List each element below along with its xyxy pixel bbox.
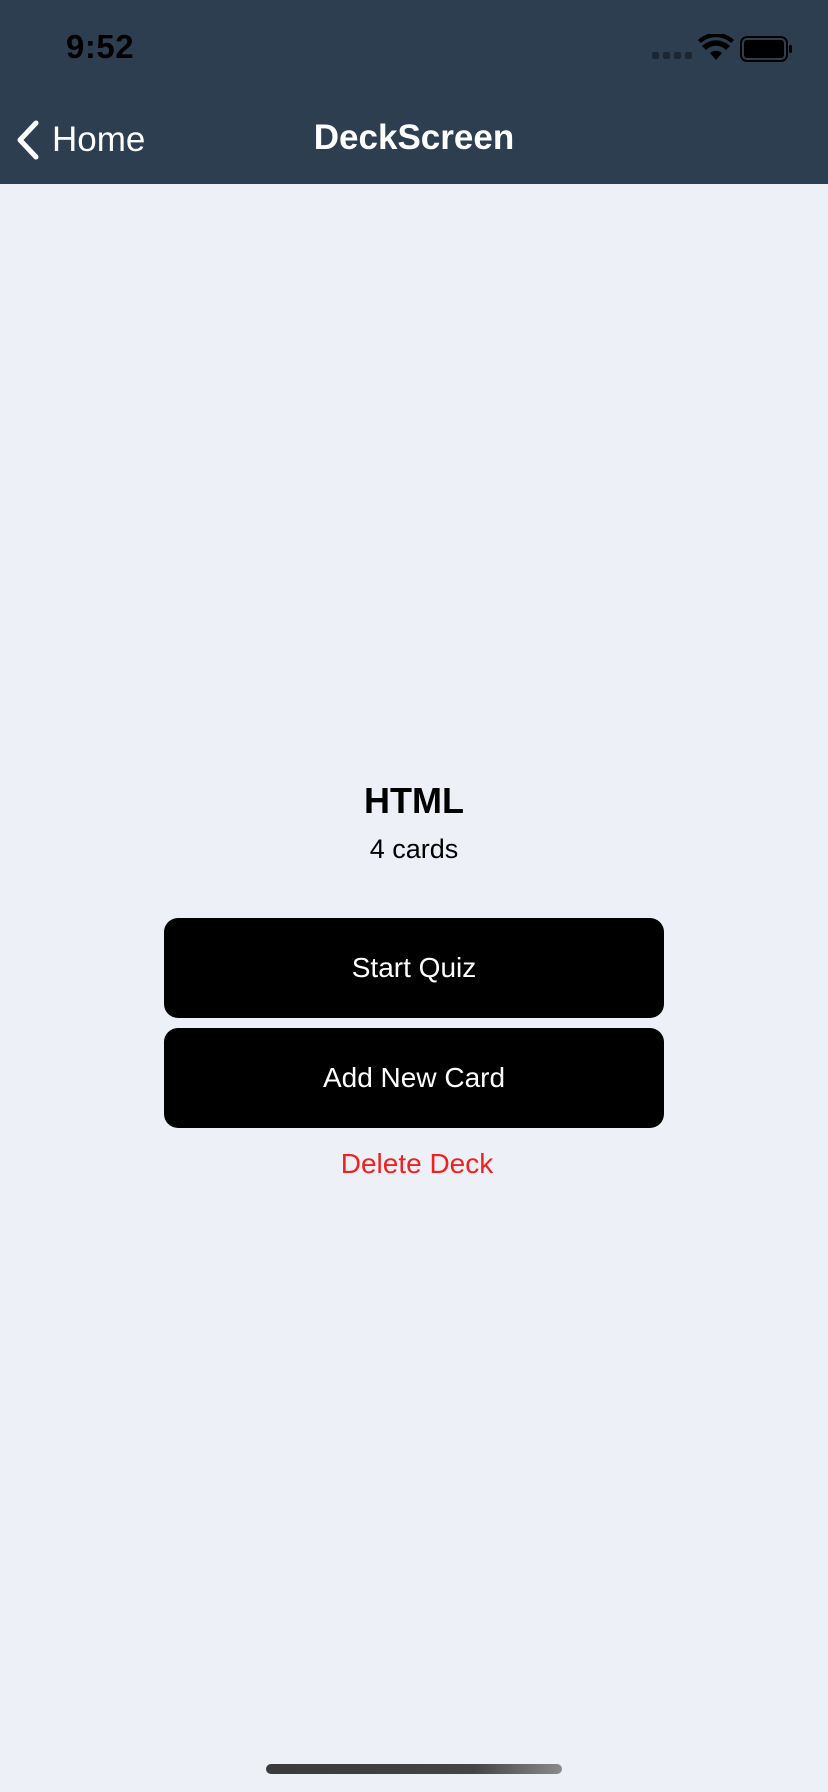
- deck-title: HTML: [364, 780, 464, 821]
- add-new-card-button[interactable]: Add New Card: [164, 1028, 664, 1128]
- page-title: DeckScreen: [313, 118, 515, 157]
- status-time: 9:52: [66, 28, 135, 65]
- navigation-header: 9:52 Home DeckScreen: [0, 0, 828, 184]
- delete-deck-button[interactable]: Delete Deck: [0, 1148, 828, 1180]
- home-indicator[interactable]: [266, 1764, 562, 1774]
- wifi-icon: [698, 34, 734, 60]
- cellular-signal-icon: [652, 52, 692, 59]
- deck-card-count: 4 cards: [369, 834, 459, 864]
- battery-icon: [740, 36, 792, 62]
- start-quiz-button[interactable]: Start Quiz: [164, 918, 664, 1018]
